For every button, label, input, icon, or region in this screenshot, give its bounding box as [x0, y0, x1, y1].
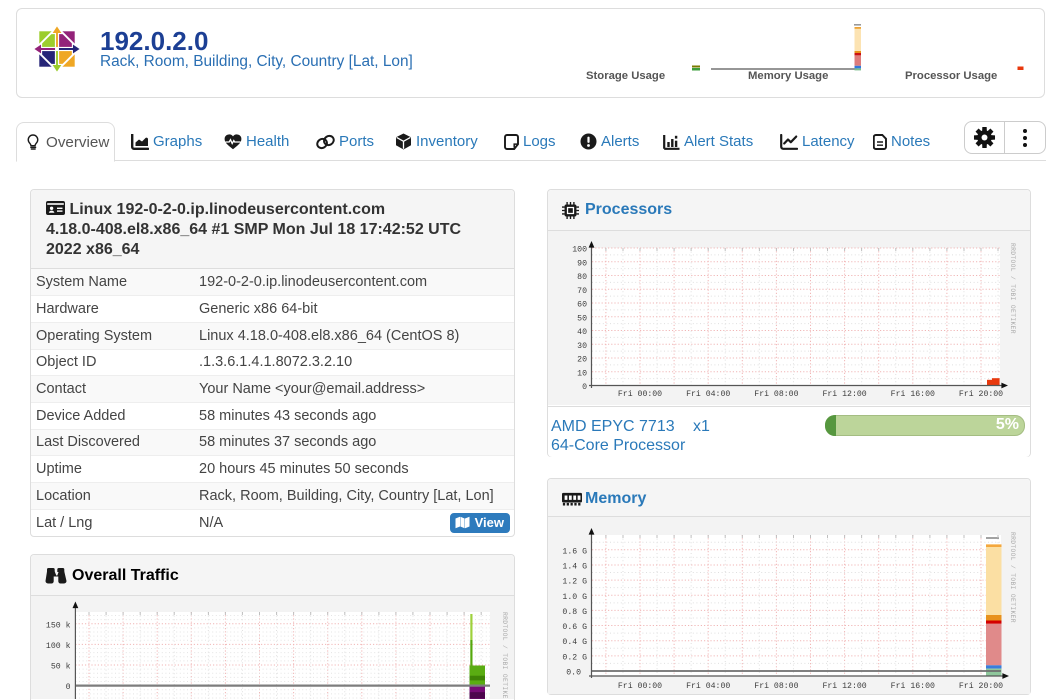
svg-text:1.2 G: 1.2 G [562, 578, 587, 587]
svg-text:1.4 G: 1.4 G [562, 562, 587, 571]
svg-text:Fri 08:00: Fri 08:00 [754, 389, 798, 399]
svg-text:50: 50 [577, 314, 587, 323]
svg-text:Fri 08:00: Fri 08:00 [754, 681, 798, 691]
svg-text:0.4 G: 0.4 G [562, 638, 587, 647]
svg-text:RRDTOOL / TOBI OETIKER: RRDTOOL / TOBI OETIKER [1009, 243, 1016, 334]
svg-text:50 k: 50 k [51, 662, 71, 672]
svg-text:RRDTOOL / TOBI OETIKER: RRDTOOL / TOBI OETIKER [501, 612, 508, 699]
svg-text:Fri 20:00: Fri 20:00 [959, 389, 1003, 399]
svg-text:Fri 16:00: Fri 16:00 [891, 389, 935, 399]
svg-text:Fri 16:00: Fri 16:00 [891, 681, 935, 691]
svg-text:30: 30 [577, 342, 587, 351]
svg-text:0.0: 0.0 [566, 669, 581, 678]
svg-text:Fri 00:00: Fri 00:00 [618, 389, 662, 399]
svg-text:Fri 20:00: Fri 20:00 [959, 681, 1003, 691]
svg-text:Fri 04:00: Fri 04:00 [686, 389, 730, 399]
svg-text:90: 90 [577, 259, 587, 268]
svg-text:1.0 G: 1.0 G [562, 593, 587, 602]
svg-text:Fri 12:00: Fri 12:00 [822, 389, 866, 399]
svg-text:1.6 G: 1.6 G [562, 547, 587, 556]
svg-text:Fri 04:00: Fri 04:00 [686, 681, 730, 691]
svg-text:Fri 00:00: Fri 00:00 [618, 681, 662, 691]
svg-text:10: 10 [577, 369, 587, 378]
svg-text:60: 60 [577, 301, 587, 310]
svg-text:RRDTOOL / TOBI OETIKER: RRDTOOL / TOBI OETIKER [1009, 532, 1016, 623]
svg-text:Fri 12:00: Fri 12:00 [822, 681, 866, 691]
svg-text:0.2 G: 0.2 G [562, 653, 587, 662]
svg-text:0: 0 [66, 683, 71, 692]
svg-text:150 k: 150 k [46, 620, 71, 630]
svg-text:100 k: 100 k [46, 641, 71, 651]
svg-text:20: 20 [577, 356, 587, 365]
svg-text:100: 100 [572, 246, 587, 255]
svg-text:80: 80 [577, 273, 587, 282]
svg-text:0.8 G: 0.8 G [562, 608, 587, 617]
svg-text:40: 40 [577, 328, 587, 337]
svg-text:0.6 G: 0.6 G [562, 623, 587, 632]
svg-text:0: 0 [582, 383, 587, 392]
svg-text:70: 70 [577, 287, 587, 296]
